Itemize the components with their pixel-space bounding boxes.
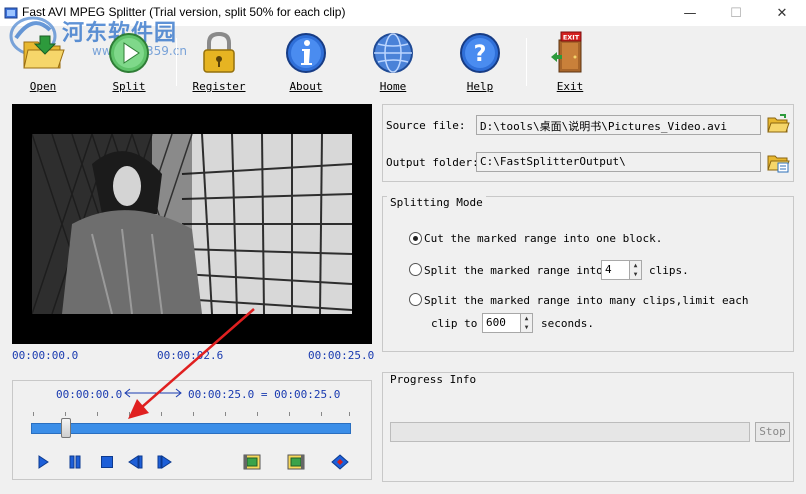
maximize-button[interactable]: ☐ (713, 0, 759, 26)
toolbar-separator (526, 38, 527, 86)
play-icon (38, 455, 49, 469)
info-icon (286, 33, 326, 73)
exit-button[interactable]: EXIT Exit (535, 30, 605, 93)
seconds-suffix-label: seconds. (541, 317, 594, 330)
pause-icon (69, 455, 81, 469)
mark-out-icon (287, 454, 305, 470)
exit-label: Exit (556, 80, 584, 93)
register-button[interactable]: Register (184, 30, 254, 93)
video-preview (12, 104, 372, 344)
slider-tick (65, 412, 66, 416)
slider-tick (225, 412, 226, 416)
open-label: Open (29, 80, 57, 93)
globe-icon (373, 33, 413, 73)
stop-playback-button[interactable] (98, 453, 116, 471)
option-one-block-label: Cut the marked range into one block. (424, 232, 663, 245)
help-button[interactable]: ? Help (445, 30, 515, 93)
close-button[interactable]: ✕ (759, 0, 805, 26)
slider-tick (321, 412, 322, 416)
clip-seconds-stepper[interactable]: ▲ ▼ (520, 313, 533, 333)
help-label: Help (466, 80, 494, 93)
window-title: Fast AVI MPEG Splitter (Trial version, s… (22, 5, 346, 19)
app-icon (4, 7, 18, 19)
clip-to-label: clip to (431, 317, 478, 330)
step-back-icon (128, 455, 143, 469)
about-label: About (289, 80, 323, 93)
diamond-icon (331, 454, 349, 470)
output-folder-field[interactable]: C:\FastSplitterOutput\ (476, 152, 761, 172)
play-button[interactable] (34, 453, 52, 471)
padlock-icon (203, 31, 235, 73)
option-split-clips-label: Split the marked range into (424, 264, 603, 277)
slider-tick (257, 412, 258, 416)
range-duration: 00:00:25.0 = 00:00:25.0 (188, 388, 341, 401)
radio-split-clips[interactable] (409, 263, 422, 276)
time-end: 00:00:25.0 (308, 349, 375, 362)
progress-bar (390, 422, 750, 442)
goto-mark-button[interactable] (331, 453, 349, 471)
slider-tick (193, 412, 194, 416)
title-bar: Fast AVI MPEG Splitter (Trial version, s… (0, 0, 806, 26)
option-limit-label: Split the marked range into many clips,l… (424, 294, 749, 307)
minimize-button[interactable]: — (667, 0, 713, 26)
mark-start-button[interactable] (243, 453, 261, 471)
browse-output-folder-icon[interactable] (766, 151, 790, 173)
slider-tick (349, 412, 350, 416)
slider-tick (289, 412, 290, 416)
stop-icon (101, 456, 113, 468)
slider-tick (97, 412, 98, 416)
stop-button[interactable]: Stop (755, 422, 790, 442)
source-file-label: Source file: (386, 119, 466, 132)
browse-source-folder-icon[interactable] (766, 113, 790, 135)
svg-text:?: ? (474, 42, 487, 67)
slider-tick (129, 412, 130, 416)
stepper-down-icon[interactable]: ▼ (521, 323, 532, 332)
split-label: Split (112, 80, 146, 93)
time-current: 00:00:02.6 (157, 349, 224, 362)
source-file-field[interactable]: D:\tools\桌面\说明书\Pictures_Video.avi (476, 115, 761, 135)
svg-text:EXIT: EXIT (563, 34, 580, 42)
next-frame-button[interactable] (155, 453, 173, 471)
position-slider-thumb[interactable] (61, 418, 72, 438)
clip-seconds-input[interactable]: 600 (482, 313, 521, 333)
toolbar-separator (176, 38, 177, 86)
about-button[interactable]: About (271, 30, 341, 93)
register-label: Register (192, 80, 246, 93)
stepper-up-icon[interactable]: ▲ (521, 314, 532, 323)
mark-in-icon (243, 454, 261, 470)
output-folder-label: Output folder: (386, 156, 479, 169)
open-folder-icon (23, 35, 65, 69)
help-question-icon: ? (460, 33, 500, 73)
time-start: 00:00:00.0 (12, 349, 79, 362)
exit-door-icon: EXIT (551, 31, 582, 73)
progress-info-legend: Progress Info (387, 373, 480, 386)
radio-limit-seconds[interactable] (409, 293, 422, 306)
toolbar: Open Split Register About Home ? Help EX… (0, 26, 806, 94)
video-frame (32, 134, 352, 314)
mark-end-button[interactable] (287, 453, 305, 471)
range-arrow-icon (124, 388, 182, 398)
slider-tick (161, 412, 162, 416)
home-button[interactable]: Home (358, 30, 428, 93)
range-start: 00:00:00.0 (56, 388, 123, 401)
clip-count-stepper[interactable]: ▲ ▼ (629, 260, 642, 280)
step-forward-icon (157, 455, 172, 469)
play-split-icon (109, 33, 149, 73)
stepper-up-icon[interactable]: ▲ (630, 261, 641, 270)
splitting-mode-legend: Splitting Mode (387, 196, 486, 209)
radio-one-block[interactable] (409, 232, 422, 245)
previous-frame-button[interactable] (127, 453, 145, 471)
split-button[interactable]: Split (94, 30, 164, 93)
position-slider-track[interactable] (31, 423, 351, 434)
stepper-down-icon[interactable]: ▼ (630, 270, 641, 279)
slider-tick (33, 412, 34, 416)
clips-suffix-label: clips. (649, 264, 689, 277)
video-frame-image (32, 134, 352, 314)
open-button[interactable]: Open (8, 30, 78, 93)
pause-button[interactable] (66, 453, 84, 471)
clip-count-input[interactable]: 4 (601, 260, 630, 280)
home-label: Home (379, 80, 407, 93)
